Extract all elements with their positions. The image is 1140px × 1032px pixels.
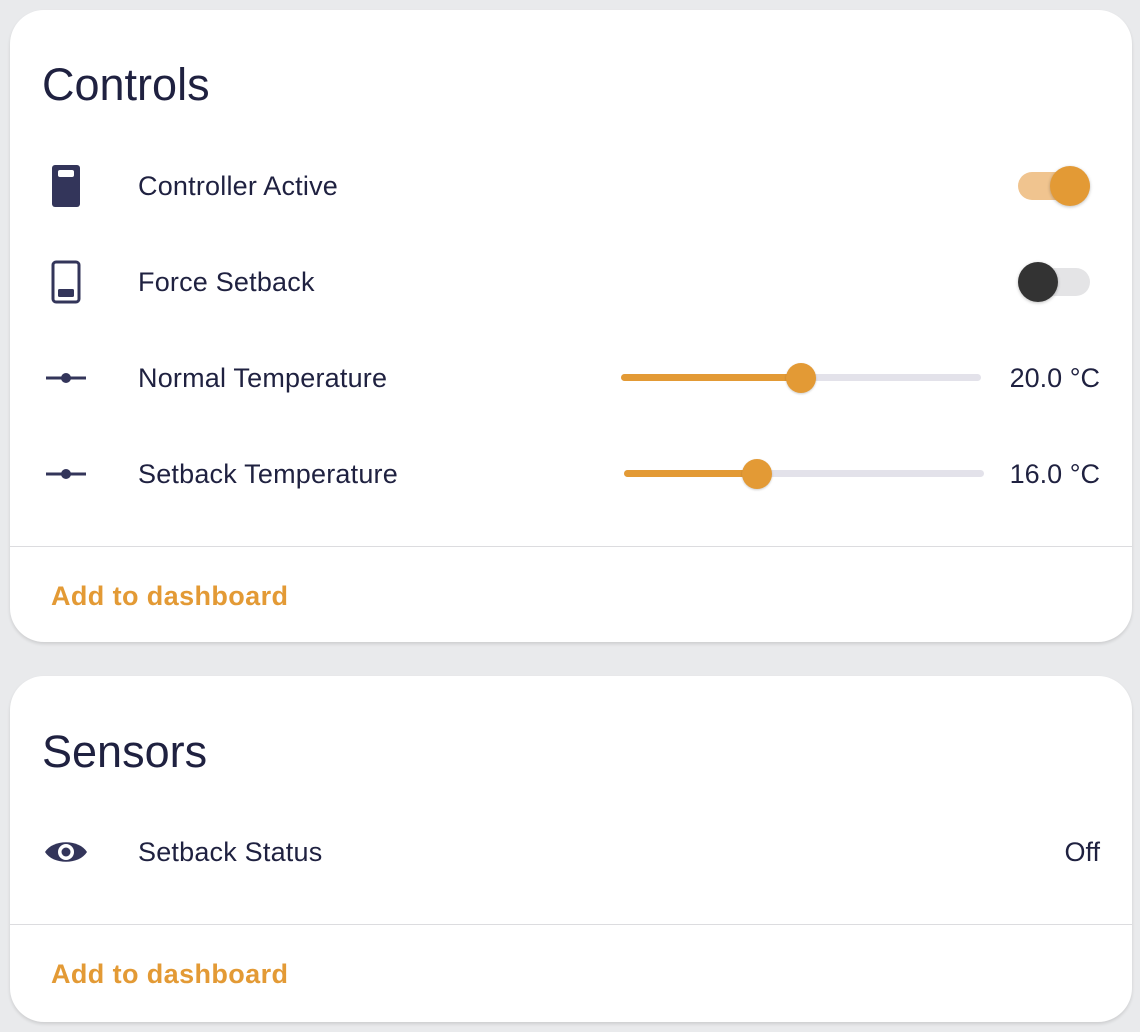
- normal-temperature-label: Normal Temperature: [138, 363, 388, 393]
- slider-track[interactable]: [624, 470, 984, 477]
- slider-fill: [621, 374, 801, 381]
- controls-title: Controls: [42, 59, 210, 110]
- controller-active-row[interactable]: Controller Active: [10, 156, 1132, 216]
- slider-thumb[interactable]: [742, 459, 773, 489]
- toggle-knob[interactable]: [1018, 262, 1058, 302]
- setback-status-value: Off: [1064, 837, 1100, 867]
- force-setback-row[interactable]: Force Setback: [10, 252, 1132, 312]
- setback-temperature-row: Setback Temperature 16.0 °C: [10, 444, 1132, 504]
- slider-fill: [624, 470, 758, 477]
- eye-icon: [42, 830, 90, 874]
- slider-icon: [42, 452, 90, 496]
- toggle-knob[interactable]: [1050, 166, 1090, 206]
- switch-on-icon: [42, 164, 90, 208]
- add-to-dashboard-button[interactable]: Add to dashboard: [51, 583, 288, 610]
- controller-active-label: Controller Active: [138, 171, 338, 201]
- divider: [10, 924, 1132, 925]
- switch-off-icon: [42, 260, 90, 304]
- normal-temperature-row: Normal Temperature 20.0 °C: [10, 348, 1132, 408]
- sensors-title: Sensors: [42, 726, 208, 777]
- controller-active-toggle[interactable]: [1018, 166, 1090, 206]
- add-to-dashboard-button[interactable]: Add to dashboard: [51, 961, 288, 988]
- setback-temperature-slider[interactable]: [624, 444, 984, 504]
- force-setback-label: Force Setback: [138, 267, 315, 297]
- divider: [10, 546, 1132, 547]
- slider-icon: [42, 356, 90, 400]
- slider-thumb[interactable]: [786, 363, 816, 393]
- force-setback-toggle[interactable]: [1018, 262, 1090, 302]
- normal-temperature-slider[interactable]: [621, 348, 981, 408]
- setback-status-label: Setback Status: [138, 837, 323, 867]
- setback-temperature-value: 16.0 °C: [1009, 459, 1100, 489]
- setback-temperature-label: Setback Temperature: [138, 459, 398, 489]
- sensors-card: Sensors Setback Status Off Add to dashbo…: [10, 676, 1132, 1022]
- normal-temperature-value: 20.0 °C: [1009, 363, 1100, 393]
- setback-status-row[interactable]: Setback Status Off: [10, 822, 1132, 882]
- controls-card: Controls Controller Active Force Setback: [10, 10, 1132, 642]
